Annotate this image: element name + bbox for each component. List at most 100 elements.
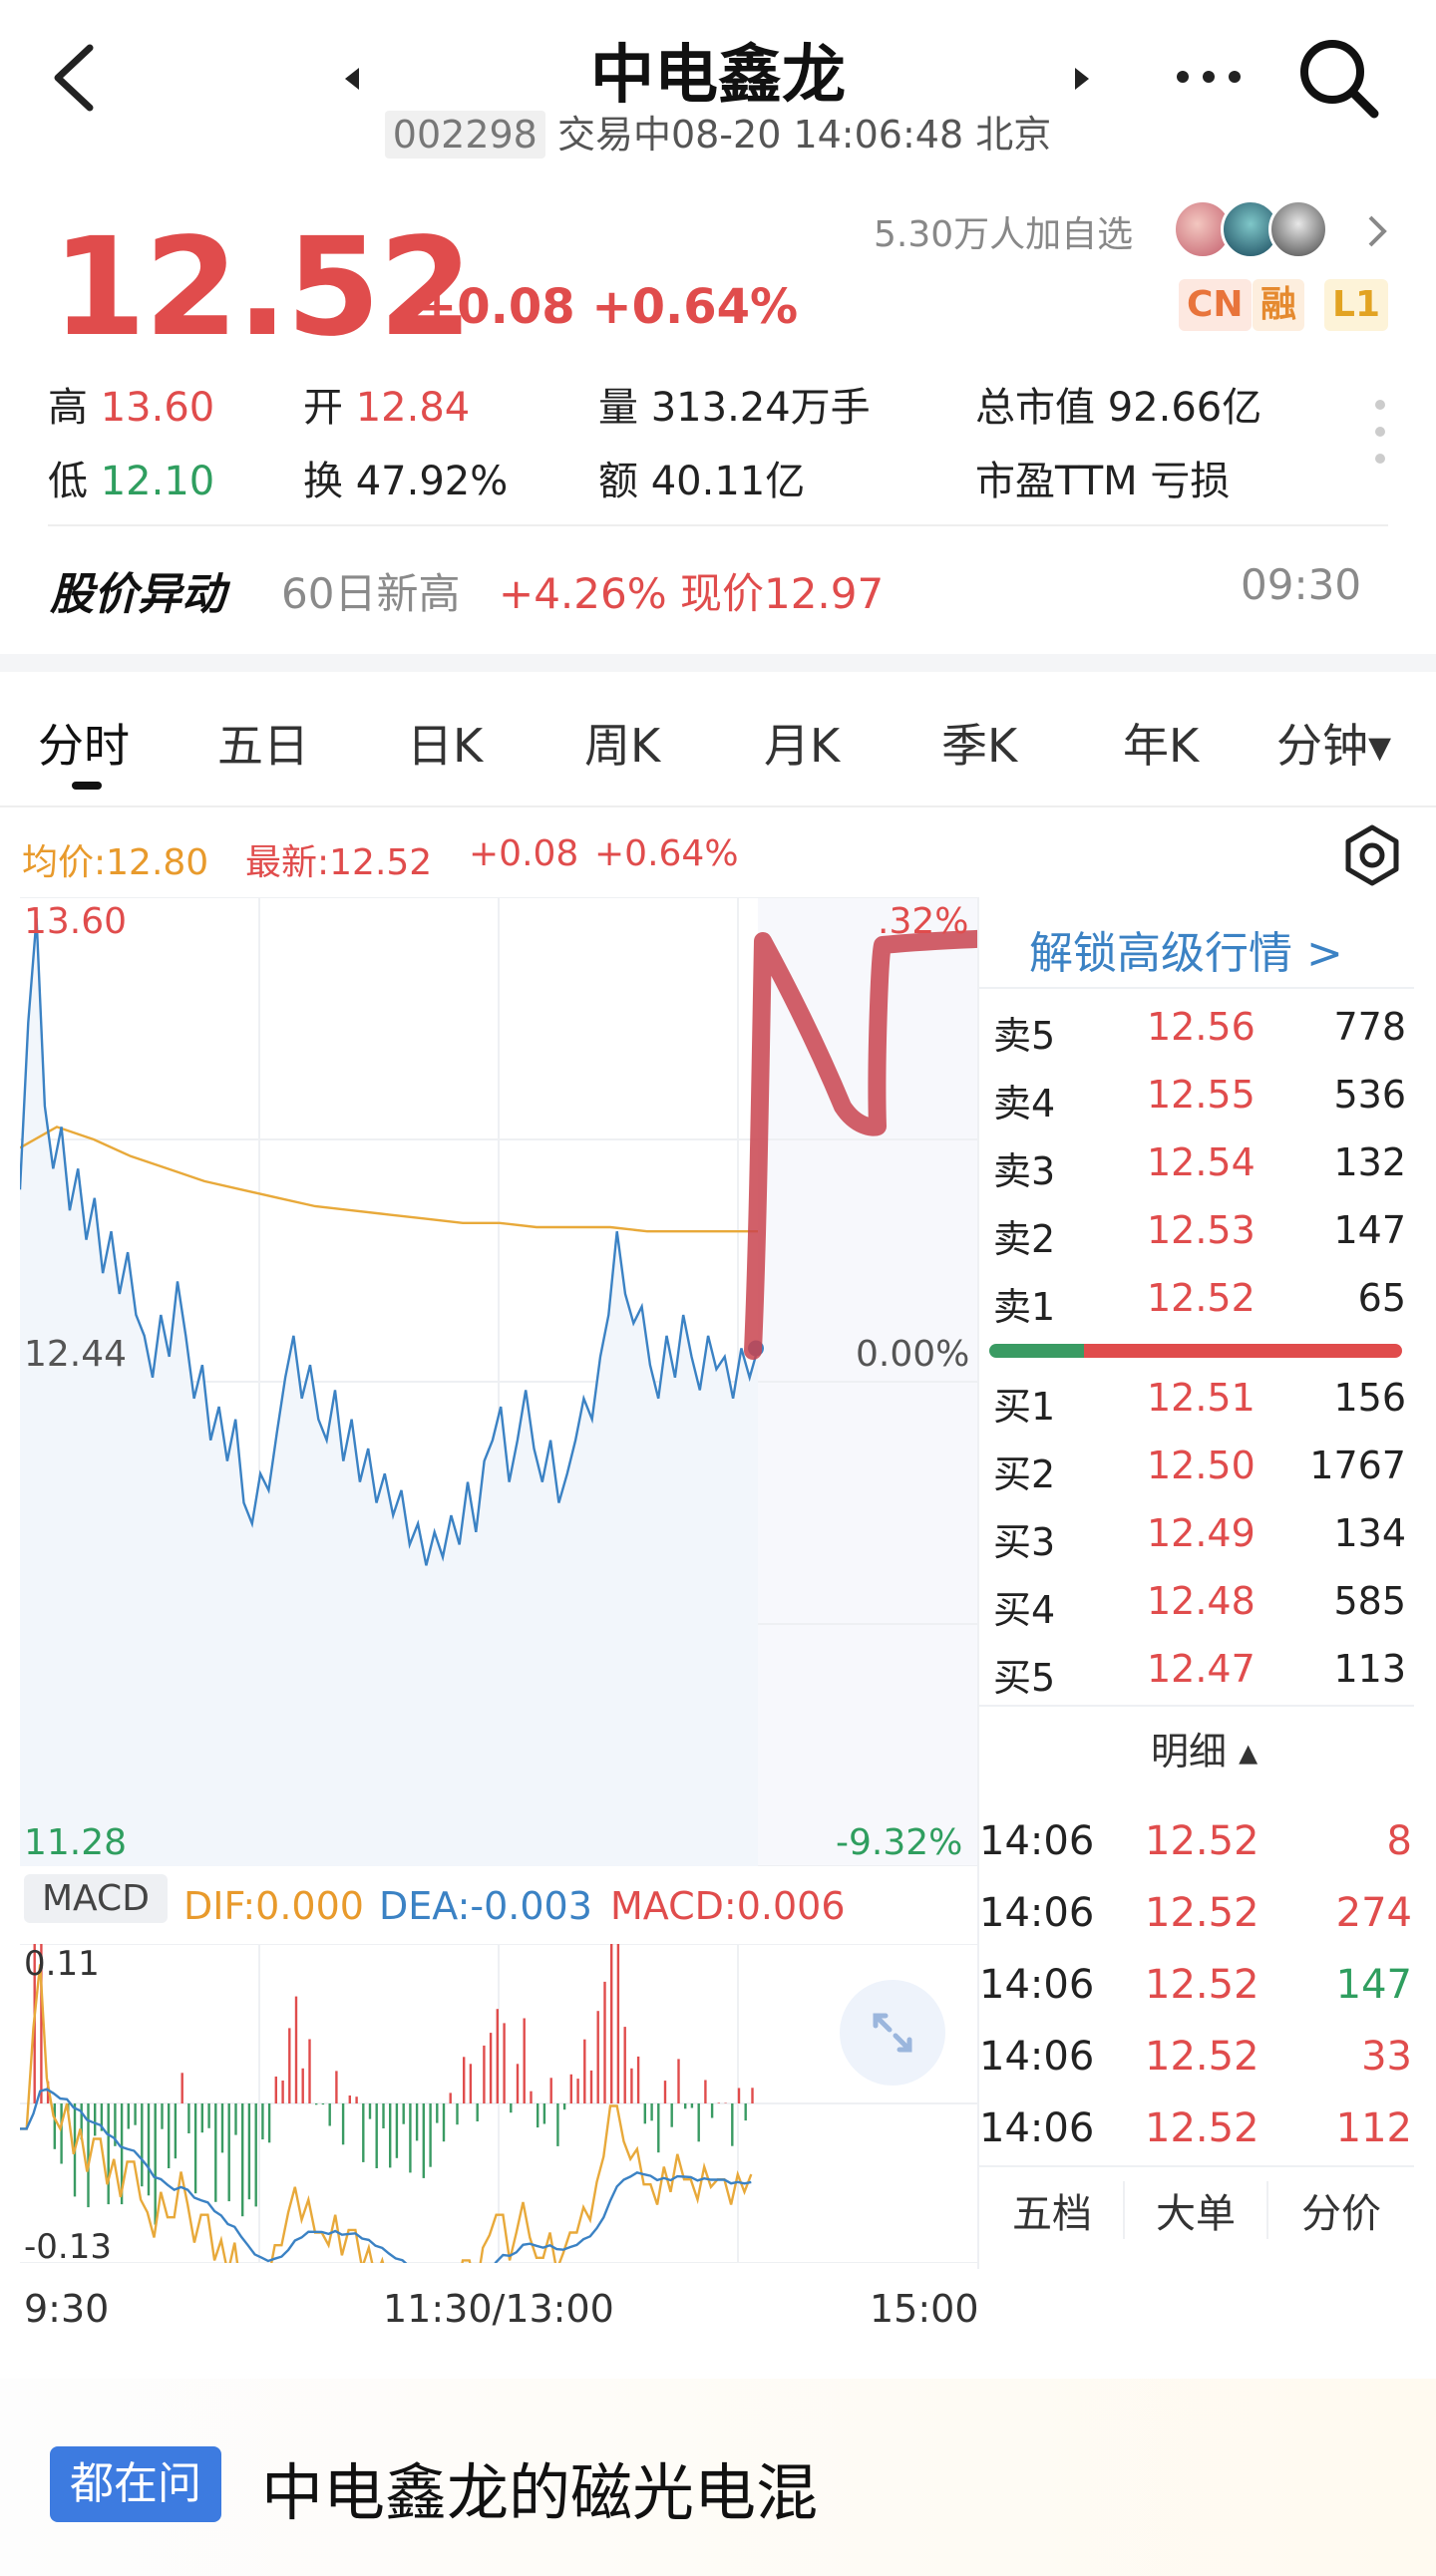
tag-margin: 融 xyxy=(1253,279,1305,331)
bid-row: 买3 12.49 134 xyxy=(987,1511,1406,1579)
ask-row: 卖1 12.52 65 xyxy=(987,1276,1406,1344)
macd-bar xyxy=(510,2103,513,2113)
macd-bar xyxy=(294,1996,298,2103)
stat-low: 低 12.10 xyxy=(48,459,215,504)
ask-volume: 65 xyxy=(1357,1276,1406,1320)
ask-question[interactable]: 中电鑫龙的磁光电混 xyxy=(261,2442,818,2532)
macd-bar xyxy=(690,2103,694,2108)
time-start: 9:30 xyxy=(24,2287,110,2331)
trading-status: 002298 交易中08-20 14:06:48 北京 xyxy=(0,104,1436,159)
latest-price: 最新:12.52 xyxy=(245,842,433,883)
macd-bar xyxy=(355,2096,358,2103)
trade-time: 14:06 xyxy=(979,1890,1095,1936)
bid-row: 买5 12.47 113 xyxy=(987,1647,1406,1715)
follower-avatars[interactable] xyxy=(1173,199,1332,263)
macd-bar xyxy=(489,2033,493,2103)
macd-bar xyxy=(463,2057,466,2103)
macd-bar xyxy=(549,2078,552,2103)
followers-count[interactable]: 5.30万人加自选 xyxy=(874,205,1133,257)
macd-bar xyxy=(241,2103,244,2217)
macd-bar xyxy=(603,1981,606,2103)
macd-bar xyxy=(704,2080,707,2103)
tab-weekly-k[interactable]: 周K xyxy=(584,710,660,776)
macd-bar xyxy=(523,2018,526,2103)
time-mid: 11:30/13:00 xyxy=(383,2287,614,2331)
macd-bar xyxy=(267,2103,271,2143)
macd-bar xyxy=(382,2103,385,2128)
chevron-right-icon[interactable] xyxy=(1362,211,1392,251)
tab-five-day[interactable]: 五日 xyxy=(217,710,309,776)
macd-bar xyxy=(147,2103,151,2196)
macd-axis-bottom: -0.13 xyxy=(24,2227,112,2267)
macd-bar xyxy=(247,2103,251,2200)
expand-stats-icon[interactable] xyxy=(1372,397,1388,467)
macd-bar xyxy=(301,2068,304,2103)
tab-five-levels[interactable]: 五档 xyxy=(979,2181,1125,2239)
stock-code: 002298 xyxy=(384,111,545,159)
intraday-chart[interactable] xyxy=(20,897,977,1866)
tab-daily-k[interactable]: 日K xyxy=(407,710,483,776)
macd-bar xyxy=(429,2103,432,2167)
macd-bar xyxy=(154,2103,157,2225)
ask-level: 卖3 xyxy=(993,1149,1056,1193)
tab-intraday[interactable]: 分时 xyxy=(38,710,130,776)
macd-bar xyxy=(476,2103,479,2121)
macd-selector[interactable]: MACD xyxy=(24,1874,168,1923)
axis-mid-pct: 0.00% xyxy=(856,1334,970,1375)
macd-bar xyxy=(737,2088,741,2103)
axis-mid-price: 12.44 xyxy=(24,1334,128,1375)
tab-monthly-k[interactable]: 月K xyxy=(764,710,840,776)
macd-chart[interactable] xyxy=(20,1944,977,2263)
axis-top-pct: .32% xyxy=(878,901,969,942)
macd-dif: DIF:0.000 xyxy=(183,1884,364,1928)
search-icon[interactable] xyxy=(1296,36,1382,122)
tab-minute[interactable]: 分钟▾ xyxy=(1276,710,1391,776)
settings-icon[interactable] xyxy=(1340,823,1404,887)
trade-time: 14:06 xyxy=(979,1818,1095,1864)
macd-dea: DEA:-0.003 xyxy=(379,1884,592,1928)
ask-badge: 都在问 xyxy=(50,2446,221,2522)
more-icon[interactable] xyxy=(1173,62,1245,92)
macd-bar xyxy=(670,2103,673,2127)
bid-volume: 156 xyxy=(1333,1376,1406,1420)
macd-bar xyxy=(623,2027,626,2103)
ask-row: 卖3 12.54 132 xyxy=(987,1140,1406,1208)
macd-bar xyxy=(375,2103,378,2168)
tab-price-distribution[interactable]: 分价 xyxy=(1268,2181,1414,2239)
macd-bar xyxy=(254,2103,257,2207)
macd-bar xyxy=(60,2103,63,2164)
trade-price: 12.52 xyxy=(1145,1818,1259,1864)
macd-bar xyxy=(180,2073,183,2103)
tab-yearly-k[interactable]: 年K xyxy=(1123,710,1199,776)
macd-bar xyxy=(261,2103,264,2140)
ask-price: 12.54 xyxy=(1147,1140,1256,1184)
macd-bar xyxy=(576,2079,579,2103)
bid-level: 买1 xyxy=(993,1385,1056,1429)
tab-large-orders[interactable]: 大单 xyxy=(1123,2181,1268,2239)
trade-price: 12.52 xyxy=(1145,2105,1259,2151)
macd-bar xyxy=(636,2056,640,2103)
tab-quarterly-k[interactable]: 季K xyxy=(941,710,1017,776)
trade-row: 14:06 12.52 8 xyxy=(979,1818,1412,1890)
macd-bar xyxy=(415,2103,419,2141)
next-stock-icon[interactable] xyxy=(1067,64,1097,94)
stat-amount: 额 40.11亿 xyxy=(598,459,806,504)
macd-bar xyxy=(744,2103,747,2121)
macd-bar xyxy=(288,2028,291,2103)
ask-level: 卖1 xyxy=(993,1285,1056,1329)
macd-bar xyxy=(341,2103,345,2145)
time-end: 15:00 xyxy=(870,2287,979,2331)
detail-toggle[interactable]: 明细 ▴ xyxy=(1151,1721,1257,1775)
axis-top-price: 13.60 xyxy=(24,901,128,942)
fullscreen-button[interactable] xyxy=(840,1980,945,2086)
unlock-level2-link[interactable]: 解锁高级行情 > xyxy=(1029,917,1343,981)
bid-row: 买2 12.50 1767 xyxy=(987,1444,1406,1511)
macd-bar xyxy=(168,2103,171,2168)
alert-time: 09:30 xyxy=(1241,560,1362,609)
macd-bar xyxy=(274,2077,277,2103)
macd-bar xyxy=(530,2091,533,2103)
ask-level: 卖2 xyxy=(993,1217,1056,1261)
macd-bar xyxy=(174,2103,178,2159)
avg-price: 均价:12.80 xyxy=(22,842,209,883)
macd-bar xyxy=(127,2103,130,2129)
